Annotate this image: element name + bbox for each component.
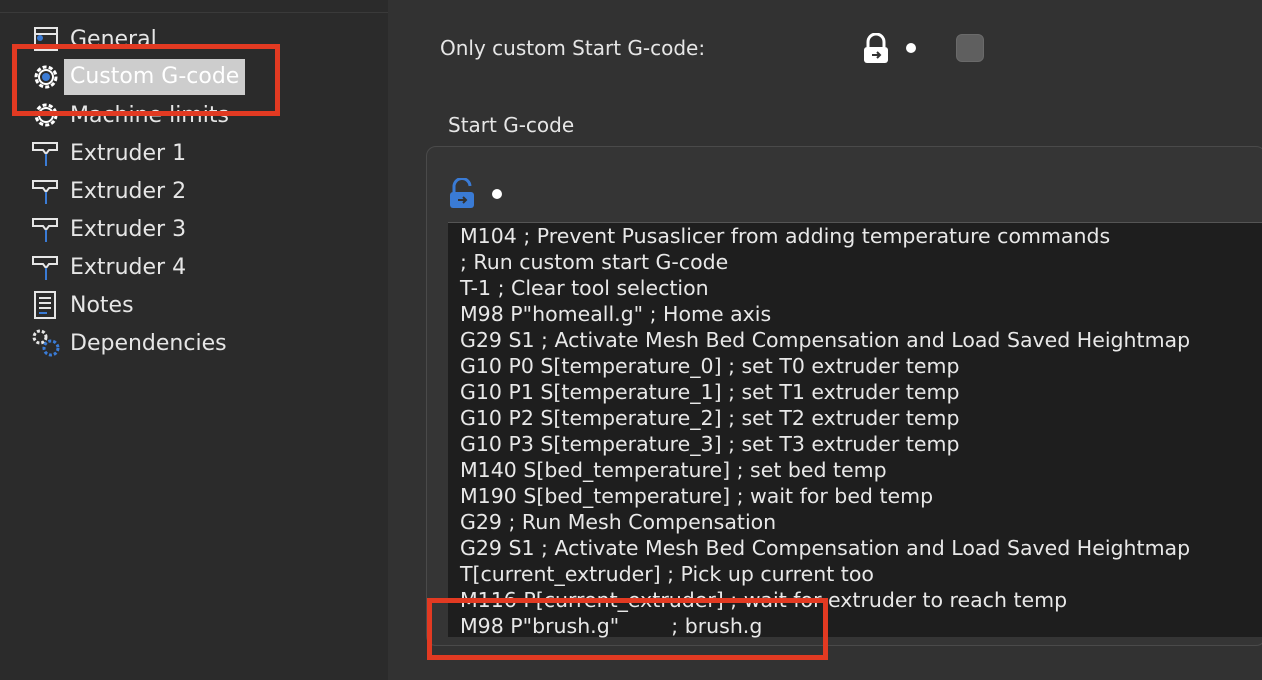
gcode-line[interactable]: M190 S[bed_temperature] ; wait for bed t… <box>460 483 1190 509</box>
modified-value-dot-icon[interactable] <box>492 189 502 199</box>
sidebar-item-label: Extruder 3 <box>70 216 187 242</box>
dependencies-icon <box>30 327 62 359</box>
sidebar-item-machine-limits[interactable]: Machine limits <box>30 96 229 134</box>
sidebar-top-divider <box>0 12 388 13</box>
sidebar-item-custom-gcode[interactable]: Custom G-code <box>30 58 246 96</box>
sidebar-item-label: Machine limits <box>70 102 229 128</box>
gcode-line[interactable]: G29 ; Run Mesh Compensation <box>460 509 1190 535</box>
gear-icon <box>30 61 62 93</box>
locked-lock-icon[interactable] <box>862 32 890 69</box>
gcode-line[interactable]: G29 S1 ; Activate Mesh Bed Compensation … <box>460 327 1190 353</box>
extruder-icon <box>30 137 62 169</box>
gcode-line[interactable]: G29 S1 ; Activate Mesh Bed Compensation … <box>460 535 1190 561</box>
sidebar-item-general[interactable]: General <box>30 20 157 58</box>
gcode-line[interactable]: M98 P"homeall.g" ; Home axis <box>460 301 1190 327</box>
gcode-line[interactable]: ; Run custom start G-code <box>460 249 1190 275</box>
gcode-line[interactable]: M98 P"brush.g" ; brush.g <box>460 613 1190 639</box>
gcode-line[interactable]: M104 ; Prevent Pusaslicer from adding te… <box>460 223 1190 249</box>
sidebar-item-extruder-4[interactable]: Extruder 4 <box>30 248 186 286</box>
unlocked-lock-icon[interactable] <box>448 177 478 214</box>
sidebar-item-notes[interactable]: Notes <box>30 286 134 324</box>
sidebar-item-extruder-1[interactable]: Extruder 1 <box>30 134 186 172</box>
gcode-line[interactable]: G10 P2 S[temperature_2] ; set T2 extrude… <box>460 405 1190 431</box>
sidebar-item-dependencies[interactable]: Dependencies <box>30 324 227 362</box>
extruder-icon <box>30 251 62 283</box>
sidebar-item-label: Notes <box>70 292 134 318</box>
sidebar-item-label: General <box>70 26 157 52</box>
gcode-line[interactable]: G10 P3 S[temperature_3] ; set T3 extrude… <box>460 431 1190 457</box>
only-custom-start-label: Only custom Start G-code: <box>440 36 706 60</box>
gcode-line[interactable]: M140 S[bed_temperature] ; set bed temp <box>460 457 1190 483</box>
extruder-icon <box>30 175 62 207</box>
general-page-icon <box>30 23 62 55</box>
gcode-line[interactable]: T[current_extruder] ; Pick up current to… <box>460 561 1190 587</box>
start-gcode-title: Start G-code <box>448 113 575 137</box>
system-value-dot-icon[interactable] <box>906 43 916 53</box>
sidebar-item-label: Extruder 4 <box>70 254 187 280</box>
gcode-line[interactable]: G10 P1 S[temperature_1] ; set T1 extrude… <box>460 379 1190 405</box>
gcode-lines: M104 ; Prevent Pusaslicer from adding te… <box>460 223 1190 639</box>
gear-icon <box>30 99 62 131</box>
sidebar-item-extruder-2[interactable]: Extruder 2 <box>30 172 186 210</box>
gcode-line[interactable]: T-1 ; Clear tool selection <box>460 275 1190 301</box>
only-custom-start-checkbox[interactable] <box>956 34 984 62</box>
gcode-line[interactable]: M116 P[current_extruder] ; wait for extr… <box>460 587 1190 613</box>
start-gcode-editor[interactable]: M104 ; Prevent Pusaslicer from adding te… <box>448 222 1262 639</box>
gcode-line[interactable]: G10 P0 S[temperature_0] ; set T0 extrude… <box>460 353 1190 379</box>
custom-gcode-page: Only custom Start G-code: Start G-code M… <box>388 0 1262 680</box>
sidebar-item-label: Dependencies <box>70 330 227 356</box>
notes-icon <box>30 289 62 321</box>
sidebar-item-label: Custom G-code <box>64 59 246 95</box>
sidebar-item-extruder-3[interactable]: Extruder 3 <box>30 210 186 248</box>
sidebar-item-label: Extruder 1 <box>70 140 187 166</box>
sidebar-item-label: Extruder 2 <box>70 178 187 204</box>
settings-sidebar: General Custom G-code Machine limits Ext… <box>0 0 388 680</box>
extruder-icon <box>30 213 62 245</box>
